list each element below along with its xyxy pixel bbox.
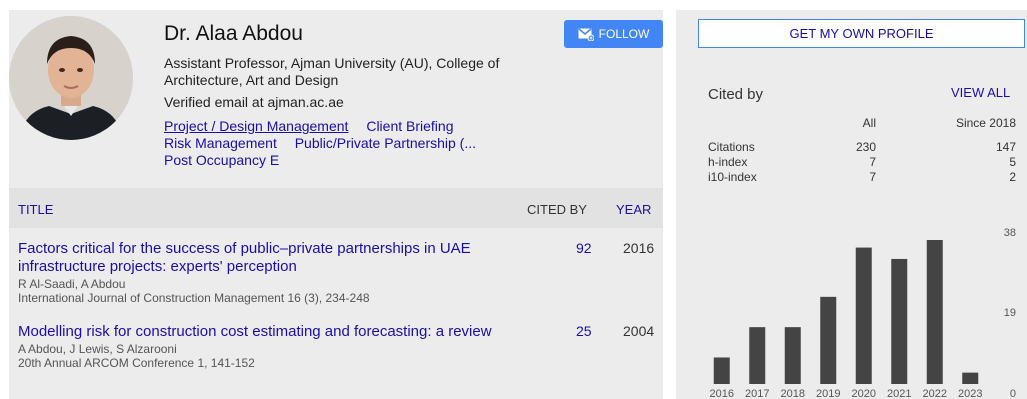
chart-x-tick-label: 2018 [781, 388, 805, 399]
stats-all-value: 7 [869, 170, 876, 184]
chart-y-tick-label: 0 [1010, 388, 1016, 399]
interest-link[interactable]: Public/Private Partnership (... [295, 135, 476, 151]
profile-name: Dr. Alaa Abdou [164, 22, 303, 45]
article-title[interactable]: Modelling risk for construction cost est… [18, 323, 518, 341]
articles-table-header: TITLE CITED BY YEAR [9, 188, 663, 228]
stats-row: h-index 7 5 [708, 155, 1016, 170]
avatar [9, 16, 133, 140]
interest-link[interactable]: Project / Design Management [164, 118, 348, 134]
stats-label[interactable]: Citations [708, 140, 755, 154]
get-own-profile-button[interactable]: GET MY OWN PROFILE [698, 19, 1025, 48]
view-all-link[interactable]: VIEW ALL [951, 85, 1010, 100]
metrics-sidebar: GET MY OWN PROFILE Cited by VIEW ALL All… [676, 10, 1027, 399]
stats-since-value: 147 [995, 140, 1016, 154]
table-row: Factors critical for the success of publ… [18, 240, 663, 305]
citations-per-year-chart: 2016 2017 2018 2019 2020 2021 2022 2023 38 19 0 [710, 227, 1016, 399]
article-year: 2016 [623, 240, 655, 256]
chart-x-tick-label: 2017 [745, 388, 769, 399]
stats-all-value: 7 [869, 155, 876, 169]
profile-affiliation: Assistant Professor, Ajman University (A… [164, 55, 500, 88]
sort-by-year[interactable]: YEAR [616, 202, 651, 217]
profile-verified-email: Verified email at ajman.ac.ae [164, 94, 344, 110]
article-year: 2004 [623, 323, 655, 339]
stats-header-row: All Since 2018 [708, 116, 1016, 140]
sort-by-title[interactable]: TITLE [18, 202, 53, 217]
interest-link[interactable]: Post Occupancy E [164, 152, 279, 168]
chart-x-tick-label: 2021 [887, 388, 911, 399]
table-row: Modelling risk for construction cost est… [18, 323, 663, 370]
sort-by-cited[interactable]: CITED BY [527, 202, 587, 217]
article-cited-count[interactable]: 92 [576, 240, 592, 256]
stats-since-value: 5 [1009, 155, 1016, 169]
chart-y-tick-label: 38 [1004, 227, 1016, 239]
chart-y-tick-label: 19 [1004, 307, 1016, 319]
chart-x-tick-label: 2022 [923, 388, 947, 399]
chart-bar[interactable] [962, 372, 979, 384]
article-venue: International Journal of Construction Ma… [18, 291, 370, 305]
follow-label: FOLLOW [598, 27, 650, 41]
article-venue: 20th Annual ARCOM Conference 1, 141-152 [18, 356, 255, 370]
stats-label[interactable]: i10-index [708, 170, 757, 184]
article-cited-count[interactable]: 25 [576, 323, 592, 339]
stats-row: Citations 230 147 [708, 140, 1016, 155]
interest-link[interactable]: Client Briefing [366, 118, 453, 134]
follow-button[interactable]: FOLLOW [564, 20, 663, 48]
envelope-icon [578, 27, 594, 41]
chart-bar[interactable] [926, 240, 943, 384]
article-authors: A Abdou, J Lewis, S Alzarooni [18, 342, 177, 356]
article-title[interactable]: Factors critical for the success of publ… [18, 240, 518, 276]
chart-x-tick-label: 2019 [816, 388, 840, 399]
chart-bar[interactable] [820, 296, 837, 384]
stats-since-value: 2 [1009, 170, 1016, 184]
article-authors: R Al-Saadi, A Abdou [18, 277, 126, 291]
chart-bar[interactable] [855, 247, 872, 384]
profile-panel: Dr. Alaa Abdou Assistant Professor, Ajma… [9, 10, 663, 399]
stats-row: i10-index 7 2 [708, 170, 1016, 185]
stats-all-value: 230 [855, 140, 876, 154]
avatar-photo [9, 16, 133, 140]
chart-bar[interactable] [749, 327, 766, 384]
chart-x-tick-label: 2016 [710, 388, 734, 399]
stats-col-all: All [862, 116, 876, 130]
chart-bar[interactable] [713, 357, 730, 384]
stats-col-since: Since 2018 [955, 116, 1016, 130]
cited-by-heading: Cited by [708, 86, 764, 103]
chart-bar[interactable] [784, 327, 801, 384]
chart-x-tick-label: 2023 [958, 388, 982, 399]
citation-stats-table: All Since 2018 Citations 230 147 h-index… [708, 116, 1016, 185]
stats-label[interactable]: h-index [708, 155, 747, 169]
chart-x-tick-label: 2020 [852, 388, 876, 399]
interest-link[interactable]: Risk Management [164, 135, 277, 151]
chart-bar[interactable] [891, 258, 908, 384]
research-interests: Project / Design Management Client Brief… [164, 118, 564, 169]
